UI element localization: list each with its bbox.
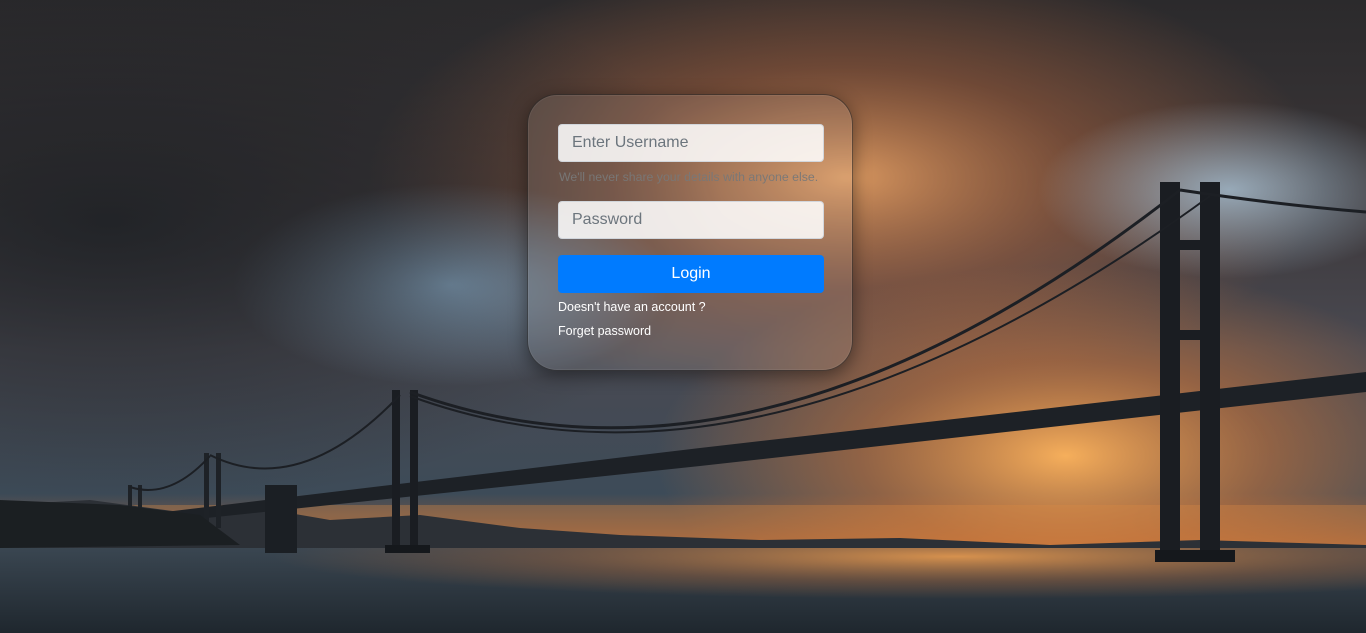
login-card: We'll never share your details with anyo… (527, 94, 853, 371)
privacy-help-text: We'll never share your details with anyo… (559, 170, 819, 184)
signup-link[interactable]: Doesn't have an account ? (558, 300, 706, 314)
login-button[interactable]: Login (558, 255, 824, 293)
username-input[interactable] (558, 124, 824, 162)
login-page: We'll never share your details with anyo… (0, 0, 1366, 633)
password-input[interactable] (558, 201, 824, 239)
forgot-password-link[interactable]: Forget password (558, 324, 651, 338)
